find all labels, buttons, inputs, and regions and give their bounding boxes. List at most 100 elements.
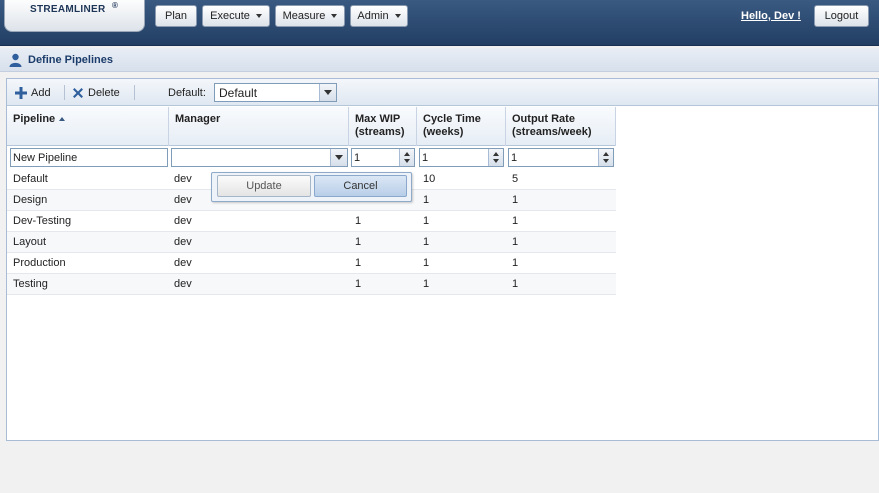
max-wip-value: 1 — [354, 152, 361, 164]
max-wip-cell: 1 — [355, 257, 362, 269]
user-greeting-link[interactable]: Hello, Dev ! — [741, 10, 801, 22]
pipelines-panel: Add Delete Default: Default Pipeline Man… — [6, 78, 879, 441]
table-row[interactable]: Production dev 1 1 1 — [7, 253, 616, 274]
max-wip-stepper[interactable]: 1 — [351, 148, 415, 167]
column-label: Output Rate — [512, 113, 575, 125]
update-label: Update — [246, 180, 282, 192]
nav-plan-label: Plan — [164, 10, 188, 22]
column-label: Cycle Time — [423, 113, 481, 125]
manager-cell: dev — [174, 194, 192, 206]
pipeline-cell: Default — [13, 173, 48, 185]
default-filter-label: Default: — [168, 87, 206, 99]
page-title: Define Pipelines — [28, 54, 113, 66]
manager-cell: dev — [174, 215, 192, 227]
delete-label: Delete — [88, 86, 120, 99]
nav-admin-label: Admin — [357, 10, 389, 22]
cycle-time-stepper[interactable]: 1 — [419, 148, 504, 167]
app-logo[interactable]: STREAMLINER ® — [4, 0, 145, 32]
pipeline-cell: Design — [13, 194, 48, 206]
plus-icon — [15, 86, 27, 99]
manager-cell: dev — [174, 278, 192, 290]
section-header: Define Pipelines — [0, 48, 879, 72]
sort-ascending-icon — [59, 117, 66, 122]
column-label: Pipeline — [13, 113, 56, 125]
cycle-time-cell: 10 — [423, 173, 436, 185]
dropdown-arrow-icon[interactable] — [319, 84, 336, 101]
delete-button[interactable]: Delete — [72, 84, 120, 101]
add-label: Add — [31, 86, 51, 99]
toolbar-divider — [134, 85, 135, 100]
row-editor-popup: Update Cancel — [211, 172, 412, 202]
cycle-time-cell: 1 — [423, 194, 430, 206]
column-header-pipeline[interactable]: Pipeline — [7, 107, 169, 146]
manager-cell: dev — [174, 257, 192, 269]
table-row[interactable]: Testing dev 1 1 1 — [7, 274, 616, 295]
output-rate-cell: 5 — [512, 173, 519, 185]
spinner-arrows-icon[interactable] — [598, 149, 613, 166]
nav-measure-button[interactable]: Measure — [275, 5, 345, 27]
chevron-down-icon — [331, 14, 338, 18]
table-header: Pipeline Manager Max WIP (streams) Cycle… — [7, 107, 616, 146]
close-icon — [73, 87, 83, 98]
output-rate-stepper[interactable]: 1 — [508, 148, 614, 167]
nav-execute-button[interactable]: Execute — [202, 5, 270, 27]
pipeline-cell: Dev-Testing — [13, 215, 72, 227]
table-row[interactable]: Dev-Testing dev 1 1 1 — [7, 211, 616, 232]
toolbar-divider — [64, 85, 65, 100]
pipeline-cell: Testing — [13, 278, 48, 290]
logout-label: Logout — [824, 10, 859, 22]
cycle-time-cell: 1 — [423, 278, 430, 290]
cancel-button[interactable]: Cancel — [314, 175, 407, 197]
manager-cell: dev — [174, 236, 192, 248]
user-icon — [9, 53, 22, 67]
nav-execute-label: Execute — [210, 10, 250, 22]
cycle-time-value: 1 — [422, 152, 429, 164]
manager-select[interactable] — [171, 148, 348, 167]
new-pipeline-edit-row: New Pipeline 1 1 1 — [7, 146, 878, 168]
logo-text: STREAMLINER — [30, 4, 106, 15]
logout-button[interactable]: Logout — [814, 5, 869, 27]
max-wip-cell: 1 — [355, 278, 362, 290]
output-rate-cell: 1 — [512, 215, 519, 227]
default-pipeline-select[interactable]: Default — [214, 83, 337, 102]
grid-toolbar: Add Delete Default: Default — [7, 79, 878, 106]
registered-mark: ® — [112, 1, 119, 10]
column-sublabel: (streams/week) — [512, 126, 592, 138]
column-sublabel: (streams) — [355, 126, 405, 138]
column-header-manager[interactable]: Manager — [169, 107, 349, 146]
default-select-value: Default — [219, 86, 258, 100]
top-header: STREAMLINER ® Plan Execute Measure Admin… — [0, 0, 879, 46]
chevron-down-icon — [394, 14, 401, 18]
output-rate-cell: 1 — [512, 194, 519, 206]
column-header-max-wip[interactable]: Max WIP (streams) — [349, 107, 417, 146]
nav-plan-button[interactable]: Plan — [155, 5, 197, 27]
column-label: Max WIP — [355, 113, 401, 125]
add-button[interactable]: Add — [15, 84, 51, 101]
output-rate-value: 1 — [511, 152, 518, 164]
pipeline-cell: Layout — [13, 236, 47, 248]
column-header-output-rate[interactable]: Output Rate (streams/week) — [506, 107, 616, 146]
pipeline-cell: Production — [13, 257, 66, 269]
column-header-cycle-time[interactable]: Cycle Time (weeks) — [417, 107, 506, 146]
spinner-arrows-icon[interactable] — [488, 149, 503, 166]
cycle-time-cell: 1 — [423, 257, 430, 269]
output-rate-cell: 1 — [512, 278, 519, 290]
column-sublabel: (weeks) — [423, 126, 464, 138]
nav-measure-label: Measure — [282, 10, 326, 22]
cycle-time-cell: 1 — [423, 215, 430, 227]
spinner-arrows-icon[interactable] — [399, 149, 414, 166]
manager-cell: dev — [174, 173, 192, 185]
pipeline-name-input[interactable]: New Pipeline — [10, 148, 168, 167]
max-wip-cell: 1 — [355, 215, 362, 227]
nav-admin-button[interactable]: Admin — [350, 5, 408, 27]
chevron-down-icon — [255, 14, 262, 18]
output-rate-cell: 1 — [512, 257, 519, 269]
output-rate-cell: 1 — [512, 236, 519, 248]
update-button[interactable]: Update — [217, 175, 311, 197]
cancel-label: Cancel — [343, 180, 378, 192]
max-wip-cell: 1 — [355, 236, 362, 248]
column-label: Manager — [175, 113, 221, 125]
cycle-time-cell: 1 — [423, 236, 430, 248]
table-row[interactable]: Layout dev 1 1 1 — [7, 232, 616, 253]
dropdown-arrow-icon[interactable] — [330, 149, 347, 166]
